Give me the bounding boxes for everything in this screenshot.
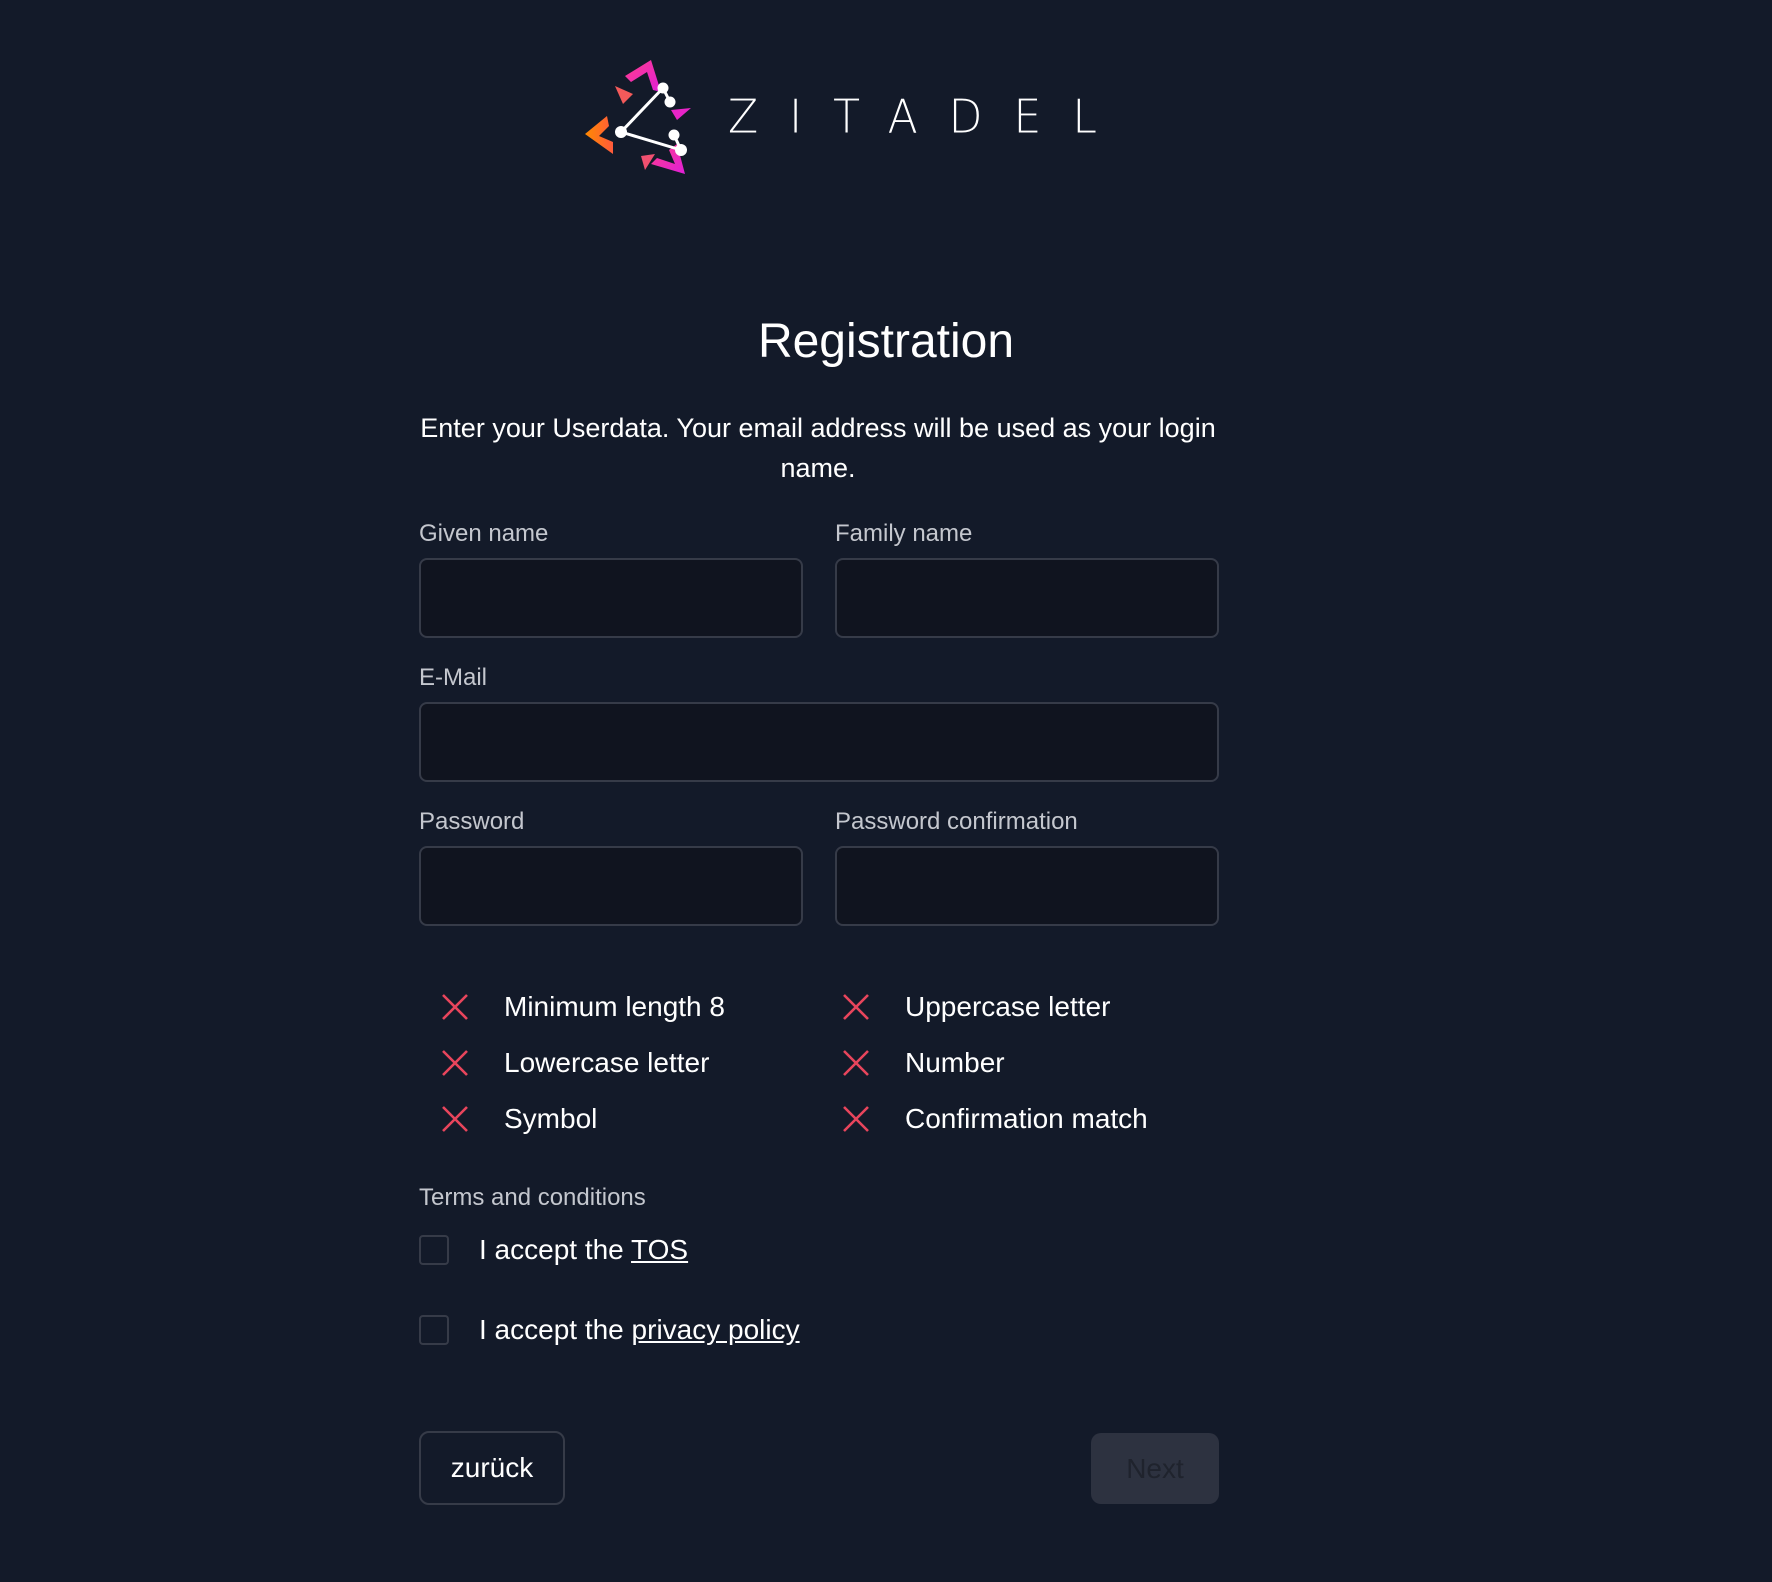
- tos-prefix: I accept the: [479, 1234, 632, 1265]
- password-confirmation-label: Password confirmation: [835, 808, 1078, 835]
- x-icon: [843, 1050, 869, 1076]
- email-label: E-Mail: [419, 664, 488, 691]
- page-title: Registration: [757, 315, 1015, 368]
- x-icon: [442, 1106, 468, 1132]
- tos-text: I accept the TOS: [479, 1232, 688, 1268]
- password-label: Password: [419, 808, 525, 835]
- requirement-label: Symbol: [504, 1103, 598, 1134]
- given-name-input[interactable]: [419, 558, 803, 638]
- x-icon: [442, 1050, 468, 1076]
- privacy-policy-checkbox[interactable]: [419, 1315, 449, 1345]
- requirement-label: Number: [905, 1047, 1005, 1078]
- brand-wordmark: ZITADEL: [728, 90, 1128, 145]
- terms-label: Terms and conditions: [419, 1184, 646, 1211]
- email-input[interactable]: [419, 702, 1219, 782]
- zitadel-logo-icon: [583, 58, 707, 182]
- x-icon: [843, 994, 869, 1020]
- x-icon: [442, 994, 468, 1020]
- password-input[interactable]: [419, 846, 803, 926]
- password-confirmation-input[interactable]: [835, 846, 1219, 926]
- requirement-symbol: Symbol: [440, 1099, 597, 1139]
- requirement-label: Minimum length 8: [504, 991, 725, 1022]
- privacy-prefix: I accept the: [479, 1314, 632, 1345]
- requirement-label: Confirmation match: [905, 1103, 1148, 1134]
- requirement-label: Lowercase letter: [504, 1047, 710, 1078]
- requirement-uppercase: Uppercase letter: [841, 987, 1110, 1027]
- requirement-number: Number: [841, 1043, 1005, 1083]
- requirement-min-length: Minimum length 8: [440, 987, 725, 1027]
- family-name-input[interactable]: [835, 558, 1219, 638]
- requirement-lowercase: Lowercase letter: [440, 1043, 709, 1083]
- family-name-label: Family name: [835, 520, 973, 547]
- tos-checkbox[interactable]: [419, 1235, 449, 1265]
- privacy-policy-text: I accept the privacy policy: [479, 1312, 800, 1348]
- x-icon: [843, 1106, 869, 1132]
- requirement-label: Uppercase letter: [905, 991, 1111, 1022]
- tos-link[interactable]: TOS: [631, 1234, 688, 1265]
- next-button[interactable]: Next: [1091, 1433, 1219, 1504]
- back-button[interactable]: zurück: [419, 1431, 565, 1505]
- page-description: Enter your Userdata. Your email address …: [420, 413, 1216, 483]
- given-name-label: Given name: [419, 520, 549, 547]
- privacy-policy-link[interactable]: privacy policy: [632, 1314, 800, 1345]
- requirement-confirmation-match: Confirmation match: [841, 1099, 1148, 1139]
